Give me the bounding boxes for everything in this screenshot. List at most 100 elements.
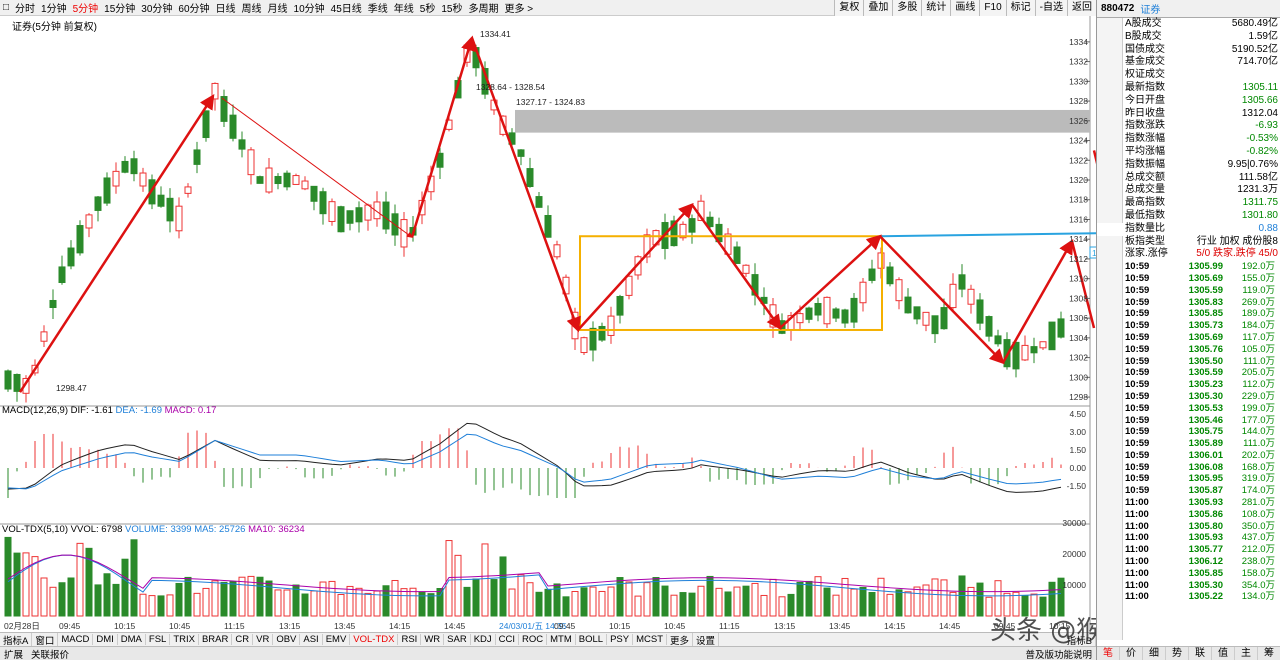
macd-axis-label: 0.00 [1069,463,1086,473]
tick-price: 1305.22 [1188,591,1223,603]
menu-icon[interactable]: □ [0,2,12,13]
volume-bar [409,587,417,617]
indicator-tab-5[interactable]: FSL [146,634,171,645]
kline-chart[interactable]: 1334.41 1328.64 - 1328.54 1327.17 - 1324.8… [0,16,1096,632]
indicator-tab-3[interactable]: DMI [93,634,118,645]
indicator-tab-22[interactable]: PSY [607,634,634,645]
volume-bar [472,578,480,617]
tool-button-2[interactable]: 多股 [892,0,922,16]
tool-button-6[interactable]: 标记 [1005,0,1035,16]
panel-tab-2[interactable]: 细 [1143,647,1166,660]
volume-bar [517,574,525,617]
indicator-tab-1[interactable]: 窗口 [32,632,59,647]
indicator-tab-20[interactable]: MTM [547,634,576,645]
indicator-tab-4[interactable]: DMA [118,634,146,645]
period-tab-16[interactable]: 更多 > [501,0,536,15]
panel-tab-4[interactable]: 联 [1189,647,1212,660]
volume-bar [751,582,759,617]
candle [76,225,84,254]
stat-row: 指数涨跌 -6.93 [1097,120,1280,133]
candle [274,175,282,185]
period-tab-13[interactable]: 5秒 [417,0,439,15]
period-tab-5[interactable]: 60分钟 [175,0,212,15]
indicator-tab-16[interactable]: SAR [444,634,471,645]
period-tab-4[interactable]: 30分钟 [138,0,175,15]
tick-volume: 134.0万 [1241,591,1275,603]
indicator-tab-2[interactable]: MACD [58,634,94,645]
candle [985,316,993,337]
volume-bar [202,587,210,617]
volume-bar [679,592,687,617]
period-tab-7[interactable]: 周线 [239,0,265,15]
tick-price: 1306.12 [1188,556,1223,568]
period-tab-2[interactable]: 5分钟 [70,0,102,15]
indicator-tab-25[interactable]: 设置 [693,632,720,647]
stat-row: 平均涨幅 -0.82% [1097,146,1280,159]
volume-bar [40,577,48,617]
tool-button-4[interactable]: 画线 [950,0,980,16]
indicator-tab-15[interactable]: WR [421,634,445,645]
period-tab-3[interactable]: 15分钟 [101,0,138,15]
indicator-tab-7[interactable]: BRAR [199,634,233,645]
tool-button-5[interactable]: F10 [979,0,1006,16]
volume-bar [670,594,678,617]
tool-button-7[interactable]: -自选 [1034,0,1067,16]
tool-button-3[interactable]: 统计 [921,0,951,16]
tick-time: 11:00 [1125,508,1149,520]
indicator-tab-19[interactable]: ROC [519,634,548,645]
period-tab-9[interactable]: 10分钟 [291,0,328,15]
indicator-tab-14[interactable]: RSI [398,634,422,645]
period-tab-0[interactable]: 分时 [12,0,38,15]
period-tab-1[interactable]: 1分钟 [38,0,70,15]
period-tab-11[interactable]: 季线 [365,0,391,15]
indicator-tab-21[interactable]: BOLL [576,634,608,645]
time-label: 02月28日 [4,621,40,631]
panel-tab-5[interactable]: 值 [1212,647,1235,660]
indicator-tab-9[interactable]: VR [253,634,274,645]
price-label: 1330 [1069,76,1088,86]
panel-tab-7[interactable]: 筹 [1258,647,1280,660]
expand-button[interactable]: 扩展 [0,647,27,661]
tick-volume: 174.0万 [1241,485,1275,497]
linked-quote-button[interactable]: 关联报价 [27,647,73,661]
volume-bar [58,582,66,617]
indicator-tab-6[interactable]: TRIX [170,634,199,645]
indicator-tab-8[interactable]: CR [232,634,254,645]
indicator-tab-13[interactable]: VOL-TDX [350,634,399,645]
volume-bar [733,586,741,617]
tick-time: 11:00 [1125,532,1149,544]
panel-tab-6[interactable]: 主 [1235,647,1258,660]
price-annotation: 1328.64 - 1328.54 [476,82,545,92]
candle [364,204,372,221]
panel-tab-0[interactable]: 笔 [1097,647,1120,660]
panel-tab-3[interactable]: 势 [1166,647,1189,660]
tick-row: 11:00 1305.85 158.0万 [1097,568,1280,580]
tick-row: 11:00 1305.80 350.0万 [1097,521,1280,533]
volume-bar [580,587,588,617]
indicator-tab-11[interactable]: ASI [300,634,323,645]
indicator-tab-12[interactable]: EMV [323,634,351,645]
indicator-tab-0[interactable]: 指标A [0,632,33,647]
vol-axis-label: 10000 [1062,580,1086,590]
period-tab-12[interactable]: 年线 [391,0,417,15]
indicator-tab-24[interactable]: 更多 [667,632,694,647]
indicator-tab-18[interactable]: CCI [496,634,520,645]
indicator-tab-17[interactable]: KDJ [471,634,496,645]
panel-tab-1[interactable]: 价 [1120,647,1143,660]
tool-button-1[interactable]: 叠加 [863,0,893,16]
candle [256,176,264,184]
period-tab-15[interactable]: 多周期 [465,0,501,15]
tool-button-8[interactable]: 返回 [1067,0,1096,16]
indicator-tab-23[interactable]: MCST [633,634,668,645]
period-tab-14[interactable]: 15秒 [438,0,465,15]
stat-label: 最低指数 [1125,209,1165,221]
period-tab-6[interactable]: 日线 [213,0,239,15]
candle [868,268,876,281]
period-tab-8[interactable]: 月线 [265,0,291,15]
tool-button-0[interactable]: 复权 [834,0,864,16]
period-tab-10[interactable]: 45日线 [328,0,365,15]
indicator-tab-10[interactable]: OBV [273,634,301,645]
edition-note[interactable]: 普及版功能说明 [1021,647,1096,661]
price-label: 1302 [1069,353,1088,363]
volume-bar [643,582,651,617]
